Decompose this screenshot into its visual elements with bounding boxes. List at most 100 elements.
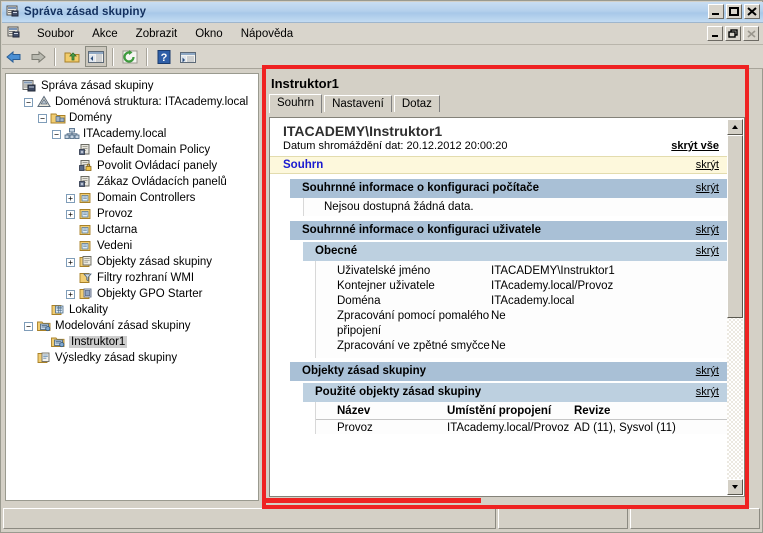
scrollbar-track[interactable] <box>727 135 743 479</box>
collapse-icon[interactable]: − <box>24 321 33 331</box>
computer-no-data-row: Nejsou dostupná žádná data. <box>303 197 729 216</box>
close-button[interactable] <box>744 4 760 19</box>
user-configuration-title: Souhrnné informace o konfiguraci uživate… <box>302 224 541 236</box>
page-title: Instruktor1 <box>271 76 339 91</box>
property-row: Kontejner uživatele ITAcademy.local/Provo… <box>316 279 729 294</box>
domain-icon <box>64 127 80 141</box>
tree-node-domain-controllers[interactable]: + Domain Controllers <box>10 190 258 206</box>
hide-all-link[interactable]: skrýt vše <box>671 140 719 152</box>
tree-node-modelov-n-z-sad-skupiny[interactable]: − Modelování zásad skupiny <box>10 318 258 334</box>
tree-node-z-kaz-ovl-dac-ch-panel[interactable]: Zákaz Ovládacích panelů <box>10 174 258 190</box>
expand-icon[interactable]: + <box>66 193 75 203</box>
hide-link-applied-gpos[interactable]: skrýt <box>696 386 719 398</box>
back-button[interactable] <box>3 46 25 67</box>
tree-node-label: Provoz <box>97 208 133 220</box>
expand-icon[interactable]: + <box>66 257 75 267</box>
tree-node-label: Lokality <box>69 304 108 316</box>
tree-node-objekty-gpo-starter[interactable]: + Objekty GPO Starter <box>10 286 258 302</box>
property-value: ITAcademy.local <box>491 294 575 307</box>
general-subsection-title: Obecné <box>315 245 358 257</box>
application-window: Správa zásad skupiny Soubor Akce Zobrazi… <box>0 0 763 533</box>
tree-node-default-domain-policy[interactable]: Default Domain Policy <box>10 142 258 158</box>
property-value: ITAcademy.local/Provoz <box>491 279 614 292</box>
tree-node-filtry-rozhran-wmi[interactable]: Filtry rozhraní WMI <box>10 270 258 286</box>
tree-node-label: Doménová struktura: ITAcademy.local <box>55 96 249 108</box>
tree-node-v-sledky-z-sad-skupiny[interactable]: Výsledky zásad skupiny <box>10 350 258 366</box>
ou-icon <box>78 239 94 253</box>
gpo-link-icon <box>78 143 94 157</box>
user-configuration-section-header: Souhrnné informace o konfiguraci uživate… <box>290 220 729 240</box>
mdi-restore-button[interactable] <box>725 26 741 41</box>
tree-node-itacademy-local[interactable]: − ITAcademy.local <box>10 126 258 142</box>
mdi-minimize-button[interactable] <box>707 26 723 41</box>
tree-node-label: Domény <box>69 112 112 124</box>
mdi-close-button[interactable] <box>743 26 759 41</box>
tree-node-spr-va-z-sad-skupiny[interactable]: Správa zásad skupiny <box>10 78 258 94</box>
property-key: Zpracování ve zpětné smyčce <box>337 339 490 352</box>
menu-zobrazit[interactable]: Zobrazit <box>127 26 187 42</box>
forest-icon <box>36 95 52 109</box>
ou-icon <box>78 207 94 221</box>
menu-akce[interactable]: Akce <box>83 26 127 42</box>
collapse-icon[interactable]: − <box>38 113 47 123</box>
tree-node-label: Modelování zásad skupiny <box>55 320 191 332</box>
tab-dotaz[interactable]: Dotaz <box>393 95 440 112</box>
tree-node-lokality[interactable]: Lokality <box>10 302 258 318</box>
property-key: Uživatelské jméno <box>337 264 431 277</box>
export-list-button[interactable] <box>177 46 199 67</box>
hide-link-general[interactable]: skrýt <box>696 245 719 257</box>
data-collection-timestamp: Datum shromáždění dat: 20.12.2012 20:00:… <box>283 140 508 152</box>
tree-node-dom-nov-struktura-itacademy-local[interactable]: − Doménová struktura: ITAcademy.local <box>10 94 258 110</box>
tree-node-provoz[interactable]: + Provoz <box>10 206 258 222</box>
property-row: Uživatelské jméno ITACADEMY\Instruktor1 <box>316 264 729 279</box>
gpo-section-title: Objekty zásad skupiny <box>302 365 426 377</box>
report-vertical-scrollbar[interactable] <box>727 119 743 495</box>
applied-gpos-table: Název Umístění propojení Revize Provoz I… <box>315 401 729 434</box>
menu-napoveda[interactable]: Nápověda <box>232 26 302 42</box>
property-value: ITACADEMY\Instruktor1 <box>491 264 615 277</box>
hide-link-user[interactable]: skrýt <box>696 224 719 236</box>
scroll-down-button[interactable] <box>727 479 743 495</box>
sites-icon <box>50 303 66 317</box>
general-properties-list: Uživatelské jméno ITACADEMY\Instruktor1 Ko… <box>315 260 729 358</box>
help-button[interactable]: ? <box>153 46 175 67</box>
collapse-icon[interactable]: − <box>24 97 33 107</box>
tree-node-uctarna[interactable]: Uctarna <box>10 222 258 238</box>
column-header-nazev: Název <box>337 404 371 417</box>
computer-configuration-title: Souhrnné informace o konfiguraci počítač… <box>302 182 540 194</box>
tree-node-label: Instruktor1 <box>69 336 128 348</box>
menu-soubor[interactable]: Soubor <box>28 26 83 42</box>
console-tree-panel[interactable]: Správa zásad skupiny − Doménová struktura:… <box>5 73 259 501</box>
refresh-button[interactable] <box>119 46 141 67</box>
hide-link-summary[interactable]: skrýt <box>696 159 719 171</box>
tree-node-label: Default Domain Policy <box>97 144 211 156</box>
hide-link-gpo[interactable]: skrýt <box>696 365 719 377</box>
toolbar-separator <box>146 47 148 66</box>
collapse-icon[interactable]: − <box>52 129 61 139</box>
status-pane-2 <box>498 508 628 529</box>
tree-node-label: Filtry rozhraní WMI <box>97 272 195 284</box>
tree-node-povolit-ovl-dac-panely[interactable]: Povolit Ovládací panely <box>10 158 258 174</box>
tree-node-dom-ny[interactable]: − Domény <box>10 110 258 126</box>
results-panel: Instruktor1 Souhrn Nastavení Dotaz ITACA… <box>264 73 750 503</box>
forward-button[interactable] <box>27 46 49 67</box>
show-hide-tree-button[interactable] <box>85 46 107 67</box>
tree-node-instruktor1[interactable]: Instruktor1 <box>10 334 258 350</box>
gpmc-console-icon <box>22 79 38 93</box>
tree-node-objekty-z-sad-skupiny[interactable]: + Objekty zásad skupiny <box>10 254 258 270</box>
tab-souhrn[interactable]: Souhrn <box>269 94 323 113</box>
expand-icon[interactable]: + <box>66 289 75 299</box>
minimize-button[interactable] <box>708 4 724 19</box>
scrollbar-thumb[interactable] <box>727 135 743 318</box>
scroll-up-button[interactable] <box>727 119 743 135</box>
gpo-link-locked-icon <box>78 159 94 173</box>
up-folder-button[interactable] <box>61 46 83 67</box>
tab-nastaveni[interactable]: Nastavení <box>324 95 392 112</box>
svg-text:?: ? <box>161 52 168 64</box>
ou-icon <box>78 191 94 205</box>
expand-icon[interactable]: + <box>66 209 75 219</box>
menu-okno[interactable]: Okno <box>186 26 232 42</box>
hide-link-computer[interactable]: skrýt <box>696 182 719 194</box>
tree-node-vedeni[interactable]: Vedeni <box>10 238 258 254</box>
maximize-button[interactable] <box>726 4 742 19</box>
